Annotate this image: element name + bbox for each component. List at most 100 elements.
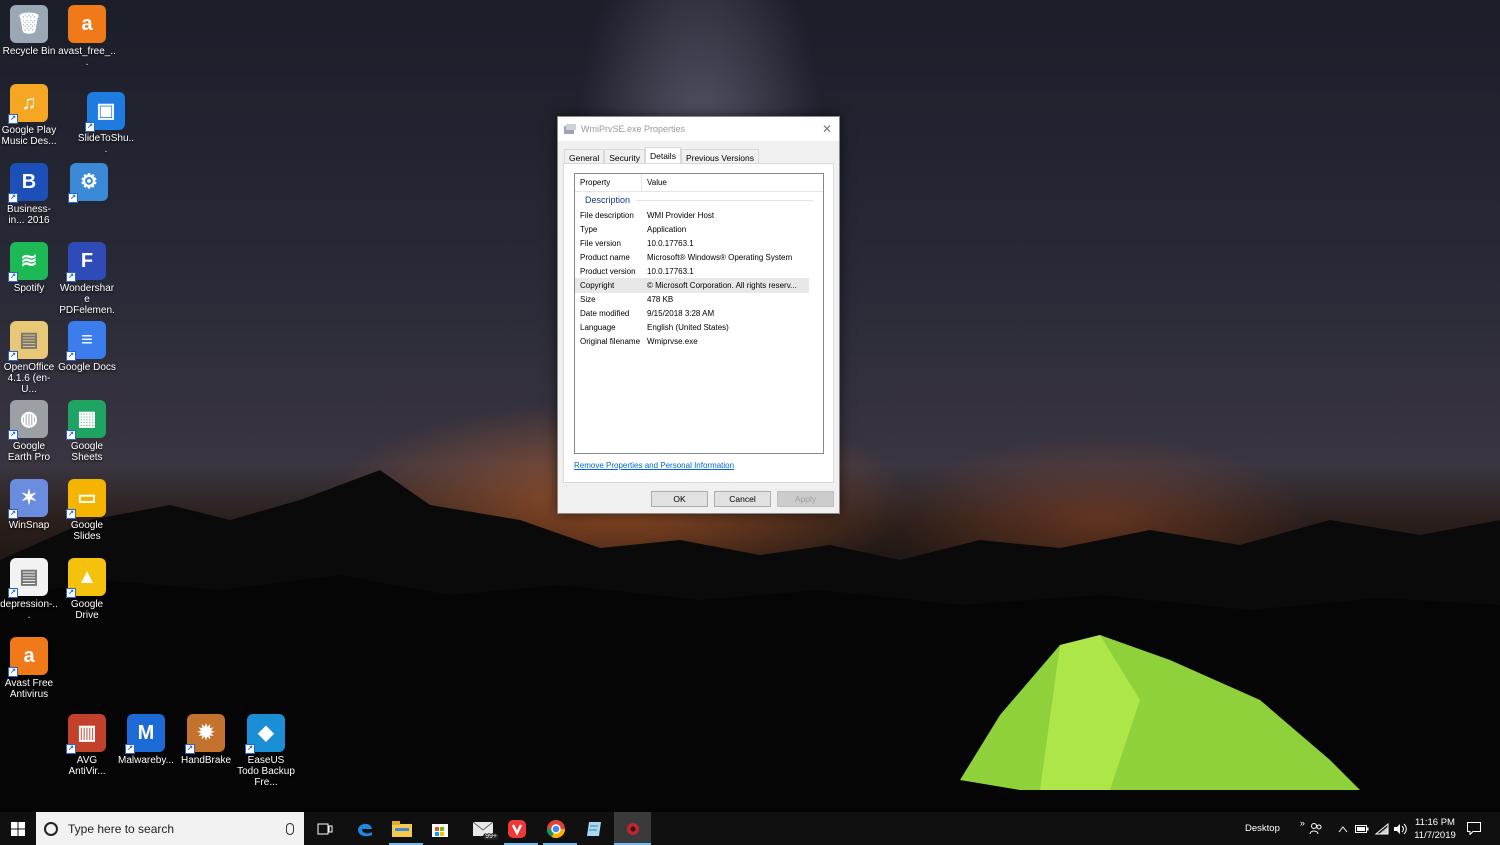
desktop-icon-label: Malwareby... xyxy=(118,755,174,766)
wifi-icon[interactable] xyxy=(1375,812,1389,845)
action-center-icon[interactable] xyxy=(1467,812,1481,845)
google-docs-icon: ≡ ↗ xyxy=(66,321,106,361)
desktop-icon-label: Spotify xyxy=(13,283,45,294)
volume-icon[interactable] xyxy=(1393,812,1407,845)
table-row[interactable]: File description WMI Provider Host xyxy=(575,208,823,222)
notepad-icon[interactable] xyxy=(581,816,607,842)
desktop-toolbar[interactable]: Desktop » xyxy=(1245,812,1305,845)
tab-details[interactable]: Details xyxy=(644,147,681,163)
desktop-icon[interactable]: ▭ ↗ Google Slides xyxy=(58,479,116,542)
property-value: WMI Provider Host xyxy=(647,210,715,220)
desktop-icon[interactable]: ⚙ ↗ xyxy=(60,163,118,204)
vivaldi-icon[interactable] xyxy=(504,816,538,845)
desktop-icon[interactable]: ▤ ↗ OpenOffice 4.1.6 (en-U... xyxy=(0,321,58,395)
task-view-icon[interactable] xyxy=(312,816,338,842)
malwarebytes-icon: M ↗ xyxy=(125,714,165,754)
desktop-icon[interactable]: ≋ ↗ Spotify xyxy=(0,242,58,294)
show-hidden-icons-icon[interactable] xyxy=(1338,812,1348,845)
people-icon[interactable] xyxy=(1309,812,1323,845)
property-value: 478 KB xyxy=(647,295,674,305)
search-box[interactable]: Type here to search xyxy=(36,812,304,845)
table-row[interactable]: Language English (United States) xyxy=(575,321,823,335)
tab-previous-versions[interactable]: Previous Versions xyxy=(680,149,759,163)
desktop-icon-label: Google Play Music Des... xyxy=(1,125,57,147)
column-header-value[interactable]: Value xyxy=(642,178,823,187)
table-row[interactable]: Date modified 9/15/2018 3:28 AM xyxy=(575,307,823,321)
desktop-icon[interactable]: a avast_free_... xyxy=(58,5,116,68)
toolbar-chevron-icon[interactable]: » xyxy=(1300,818,1305,828)
desktop-icon[interactable]: ◍ ↗ Google Earth Pro xyxy=(0,400,58,463)
shortcut-arrow-icon: ↗ xyxy=(85,122,95,132)
shortcut-arrow-icon: ↗ xyxy=(8,509,18,519)
clock[interactable]: 11:16 PM 11/7/2019 xyxy=(1410,812,1460,845)
column-header-property[interactable]: Property xyxy=(575,174,642,191)
desktop-icon[interactable]: ♫ ↗ Google Play Music Des... xyxy=(0,84,58,147)
edge-icon[interactable] xyxy=(352,816,378,842)
desktop-icon[interactable]: ▥ ↗ AVG AntiVir... xyxy=(58,714,116,777)
desktop-icon[interactable]: ≡ ↗ Google Docs xyxy=(58,321,116,373)
table-row[interactable]: Original filename Wmiprvse.exe xyxy=(575,335,823,349)
properties-list[interactable]: Property Value Description File descript… xyxy=(574,173,824,454)
desktop-icon[interactable]: ▤ ↗ depression-... xyxy=(0,558,58,621)
avast-icon: a xyxy=(68,5,106,43)
close-icon[interactable]: ✕ xyxy=(815,117,839,141)
desktop-icon-label: depression-... xyxy=(0,599,58,621)
tab-security[interactable]: Security xyxy=(604,149,645,163)
app-file-icon xyxy=(564,123,576,134)
desktop-icon[interactable]: ◆ ↗ EaseUS Todo Backup Fre... xyxy=(237,714,295,788)
table-row[interactable]: Product name Microsoft® Windows® Operatin… xyxy=(575,250,823,264)
tab-general[interactable]: General xyxy=(564,149,605,163)
winsnap-icon: ✶ ↗ xyxy=(8,479,48,519)
table-row[interactable]: Product version 10.0.17763.1 xyxy=(575,264,823,278)
table-row[interactable]: Type Application xyxy=(575,222,823,236)
microphone-icon[interactable] xyxy=(286,822,294,835)
google-slides-icon: ▭ ↗ xyxy=(66,479,106,519)
shortcut-arrow-icon: ↗ xyxy=(125,744,135,754)
openoffice-icon: ▤ ↗ xyxy=(8,321,48,361)
property-name: Product name xyxy=(580,252,630,262)
property-name: Original filename xyxy=(580,337,641,347)
shortcut-arrow-icon: ↗ xyxy=(8,272,18,282)
chrome-icon[interactable] xyxy=(543,816,577,845)
table-row[interactable]: File version 10.0.17763.1 xyxy=(575,236,823,250)
mail-icon[interactable]: 99+ xyxy=(467,816,499,842)
recycle-bin-icon: 🗑 xyxy=(10,5,48,43)
start-button[interactable] xyxy=(0,812,36,845)
desktop-icon[interactable]: ▣ ↗ SlideToShu... xyxy=(77,92,135,155)
desktop-icon[interactable]: B ↗ Business-in... 2016 xyxy=(0,163,58,226)
handbrake-icon: ✹ ↗ xyxy=(185,714,225,754)
desktop-icon[interactable]: a ↗ Avast Free Antivirus xyxy=(0,637,58,700)
dialog-titlebar[interactable]: WmiPrvSE.exe Properties ✕ xyxy=(558,117,839,141)
spotify-icon: ≋ ↗ xyxy=(8,242,48,282)
remove-properties-link[interactable]: Remove Properties and Personal Informati… xyxy=(574,461,734,470)
desktop-icon[interactable]: ✹ ↗ HandBrake xyxy=(177,714,235,766)
desktop-icon[interactable]: M ↗ Malwareby... xyxy=(117,714,175,766)
shortcut-arrow-icon: ↗ xyxy=(8,193,18,203)
cancel-button[interactable]: Cancel xyxy=(714,491,771,507)
ok-button[interactable]: OK xyxy=(651,491,708,507)
desktop-icon[interactable]: ✶ ↗ WinSnap xyxy=(0,479,58,531)
shortcut-arrow-icon: ↗ xyxy=(66,430,76,440)
google-drive-icon: ▲ ↗ xyxy=(66,558,106,598)
desktop-icon-label: WinSnap xyxy=(8,520,50,531)
shortcut-arrow-icon: ↗ xyxy=(8,114,18,124)
desktop-icon[interactable]: 🗑 Recycle Bin xyxy=(0,5,58,57)
table-row[interactable]: Size 478 KB xyxy=(575,293,823,307)
shortcut-arrow-icon: ↗ xyxy=(66,509,76,519)
file-explorer-icon[interactable] xyxy=(389,816,423,845)
desktop-icon[interactable]: ▦ ↗ Google Sheets xyxy=(58,400,116,463)
desktop-icon-label: HandBrake xyxy=(180,755,232,766)
google-sheets-icon: ▦ ↗ xyxy=(66,400,106,440)
apply-button[interactable]: Apply xyxy=(777,491,834,507)
desktop-icon[interactable]: ▲ ↗ Google Drive xyxy=(58,558,116,621)
battery-icon[interactable] xyxy=(1355,812,1369,845)
avg-icon: ▥ ↗ xyxy=(66,714,106,754)
clock-time: 11:16 PM xyxy=(1415,816,1455,828)
active-app-icon[interactable] xyxy=(614,812,651,845)
list-header: Property Value xyxy=(575,174,823,192)
desktop-icon[interactable]: F↗Wondershare PDFelemen... xyxy=(58,242,116,327)
table-row[interactable]: Copyright © Microsoft Corporation. All ri… xyxy=(575,278,809,293)
shortcut-arrow-icon: ↗ xyxy=(68,193,78,203)
control-panel-icon: ⚙ ↗ xyxy=(68,163,108,203)
store-icon[interactable] xyxy=(427,816,453,842)
